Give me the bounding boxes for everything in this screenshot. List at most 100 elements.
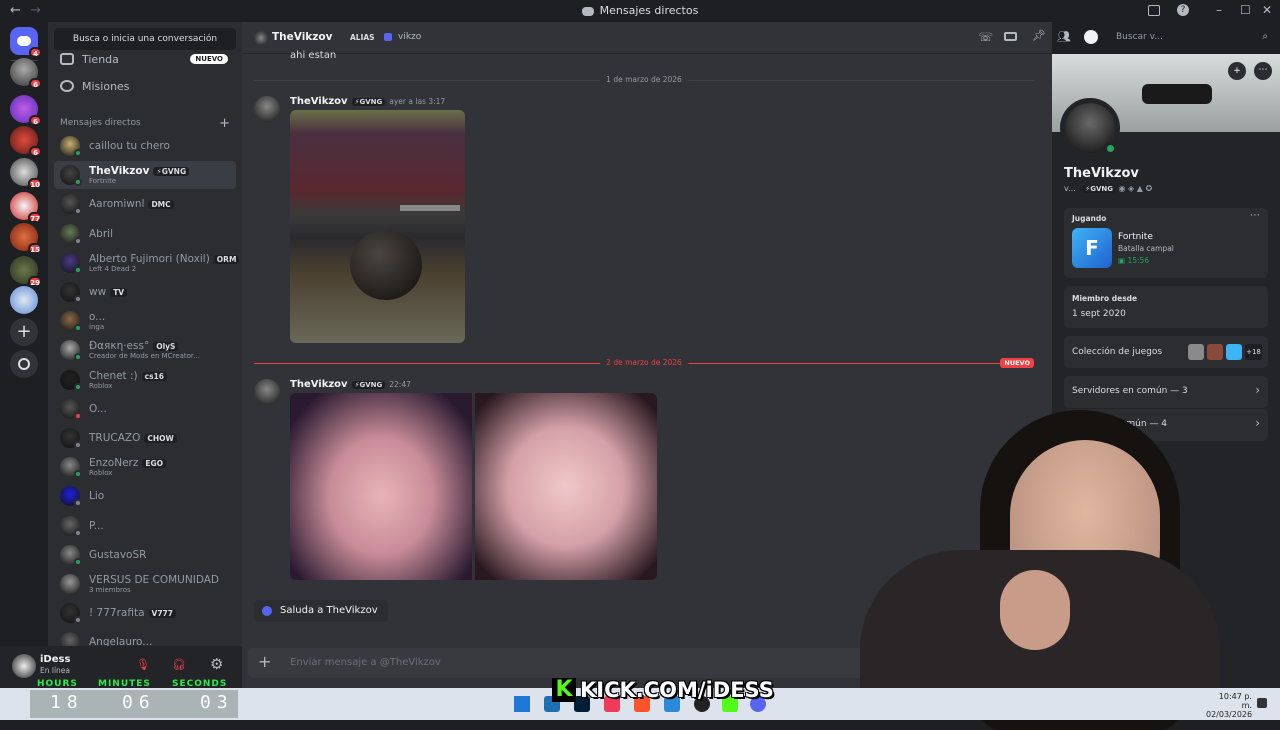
new-messages-divider: 2 de marzo de 2026 NUEVO [254, 358, 1034, 368]
dm-name: ! 777rafita V777 [89, 607, 176, 619]
dm-item[interactable]: Lio [54, 482, 236, 510]
dm-name: TRUCAZO CHOW [89, 432, 177, 444]
dm-item[interactable]: o... inga [54, 307, 236, 335]
game-thumb [1188, 344, 1204, 360]
maximize-icon[interactable]: ☐ [1240, 3, 1251, 17]
message-author[interactable]: TheVikzov [290, 379, 348, 390]
game-collection-label: Colección de juegos [1072, 347, 1163, 357]
dm-item[interactable]: GustavoSR [54, 541, 236, 569]
server-icon[interactable]: 29 [10, 256, 42, 287]
mic-muted-icon[interactable]: 🎙︎ [136, 658, 150, 671]
game-collection-card[interactable]: Colección de juegos +18 [1064, 336, 1268, 368]
help-icon[interactable]: ? [1177, 4, 1189, 16]
notification-icon[interactable] [1257, 698, 1267, 708]
timer-hours-value: 18 [50, 692, 84, 713]
dm-item[interactable]: Alberto Fujimori (Noxil) ORM Left 4 Dead 2 [54, 249, 240, 277]
add-friend-button[interactable]: + [1228, 62, 1246, 80]
dm-item[interactable]: O... [54, 395, 236, 423]
taskbar-shape [400, 205, 460, 211]
dm-item[interactable]: VERSUS DE COMUNIDAD 3 miembros [54, 570, 236, 598]
unread-badge: 29 [28, 276, 42, 287]
windows-start-icon[interactable] [514, 696, 530, 712]
message-header: TheVikzov ⚡GVNG ayer a las 3:17 [290, 96, 445, 107]
server-icon[interactable]: 6 [10, 95, 42, 126]
dm-item[interactable]: TRUCAZO CHOW [54, 424, 236, 452]
dm-activity: 3 miembros [89, 586, 131, 594]
message-input[interactable]: Enviar mensaje a @TheVikzov [290, 657, 441, 668]
message-avatar[interactable] [254, 96, 280, 122]
dm-item[interactable]: ! 777rafita V777 [54, 599, 236, 627]
deafen-icon[interactable]: 🎧︎ [172, 658, 186, 671]
dm-item[interactable]: Aaromiwnl DMC [54, 190, 236, 218]
minimize-icon[interactable]: – [1216, 3, 1222, 17]
dm-name: EnzoNerz EGO [89, 457, 167, 469]
message-avatar[interactable] [254, 379, 280, 405]
message-text: ahi estan [290, 50, 337, 61]
pin-icon[interactable]: 📌︎ [1032, 29, 1046, 42]
unread-badge: 6 [29, 78, 42, 89]
presence-dot [74, 616, 82, 625]
server-icon[interactable]: 15 [10, 223, 42, 254]
wave-button[interactable]: Saluda a TheVikzov [254, 600, 388, 622]
server-icon[interactable] [10, 286, 38, 314]
webcam-overlay [830, 400, 1230, 730]
hand-shape [1000, 570, 1070, 650]
activity-menu-icon[interactable]: ⋯ [1250, 210, 1260, 221]
dm-item[interactable]: Ðαяκη·ess° OlyS Creador de Mods en MCreato… [54, 336, 236, 364]
add-friend-icon[interactable]: 👥︎ [1057, 30, 1071, 43]
photo-attachment[interactable] [290, 110, 465, 343]
profile-name: TheVikzov [1064, 166, 1139, 181]
home-discord-button[interactable]: 4 [10, 27, 42, 58]
inbox-icon[interactable] [1148, 5, 1160, 16]
message-timestamp: 22:47 [389, 380, 411, 389]
alias-label: ALIAS [350, 33, 375, 42]
server-icon[interactable]: 10 [10, 158, 42, 189]
new-dm-plus-icon[interactable]: + [219, 116, 230, 131]
profile-toggle-icon[interactable] [1084, 30, 1098, 44]
dm-item[interactable]: P... [54, 512, 236, 540]
discover-icon[interactable] [10, 350, 38, 378]
game-mode: Batalla campal [1118, 244, 1174, 253]
dm-item[interactable]: EnzoNerz EGO Roblox [54, 453, 236, 481]
video-call-icon[interactable] [1004, 32, 1017, 41]
photo-attachment[interactable] [290, 393, 472, 580]
dm-name: Ðαяκη·ess° OlyS [89, 340, 179, 352]
attach-plus-icon[interactable]: + [258, 652, 271, 671]
title-bar: ← → Mensajes directos ? – ☐ ✕ [0, 0, 1280, 22]
chat-header: TheVikzov ALIAS vikzo ☏ 📌︎ [242, 22, 1052, 54]
user-avatar[interactable] [12, 654, 36, 678]
dm-avatar[interactable]: 6 [10, 58, 42, 89]
game-time: ▣ 15:56 [1118, 256, 1150, 265]
settings-gear-icon[interactable]: ⚙ [210, 655, 223, 673]
server-icon[interactable]: 77 [10, 192, 42, 223]
presence-dot [74, 295, 82, 303]
chevron-right-icon: › [1255, 383, 1260, 397]
more-options-icon[interactable]: ⋯ [1254, 62, 1272, 80]
voice-call-icon[interactable]: ☏ [978, 30, 993, 44]
chat-search-input[interactable]: Buscar v... ⌕ [1110, 28, 1274, 48]
new-badge: NUEVO [190, 54, 228, 64]
dm-section-header: Mensajes directos + [60, 116, 230, 131]
playing-label: Jugando [1072, 214, 1107, 223]
dm-sidebar: Busca o inicia una conversación Tienda NU… [48, 22, 242, 688]
dm-name: ww TV [89, 286, 128, 298]
dm-item[interactable]: Abril [54, 220, 236, 248]
system-clock[interactable]: 10:47 p. m. 02/03/2026 [1206, 692, 1252, 719]
nav-shop[interactable]: Tienda NUEVO [54, 46, 236, 72]
dm-item[interactable]: ww TV [54, 278, 236, 306]
unread-badge: 77 [28, 212, 42, 223]
dm-item[interactable]: Chenet :) cs16 Roblox [54, 366, 236, 394]
add-server-icon[interactable]: + [10, 318, 38, 346]
dm-name: caillou tu chero [89, 140, 170, 152]
message-author[interactable]: TheVikzov [290, 96, 348, 107]
nav-quests[interactable]: Misiones [54, 73, 236, 99]
timer-minutes-label: MINUTES [98, 679, 151, 689]
dm-name: Alberto Fujimori (Noxil) ORM [89, 253, 240, 265]
dm-item[interactable]: caillou tu chero [54, 132, 236, 160]
guild-tag: ⚡GVNG [153, 167, 190, 177]
user-status: En línea [40, 666, 71, 675]
photo-attachment[interactable] [475, 393, 657, 580]
dm-item[interactable]: TheVikzov ⚡GVNG Fortnite [54, 161, 236, 190]
close-icon[interactable]: ✕ [1262, 3, 1272, 17]
server-icon[interactable]: 6 [10, 126, 42, 157]
